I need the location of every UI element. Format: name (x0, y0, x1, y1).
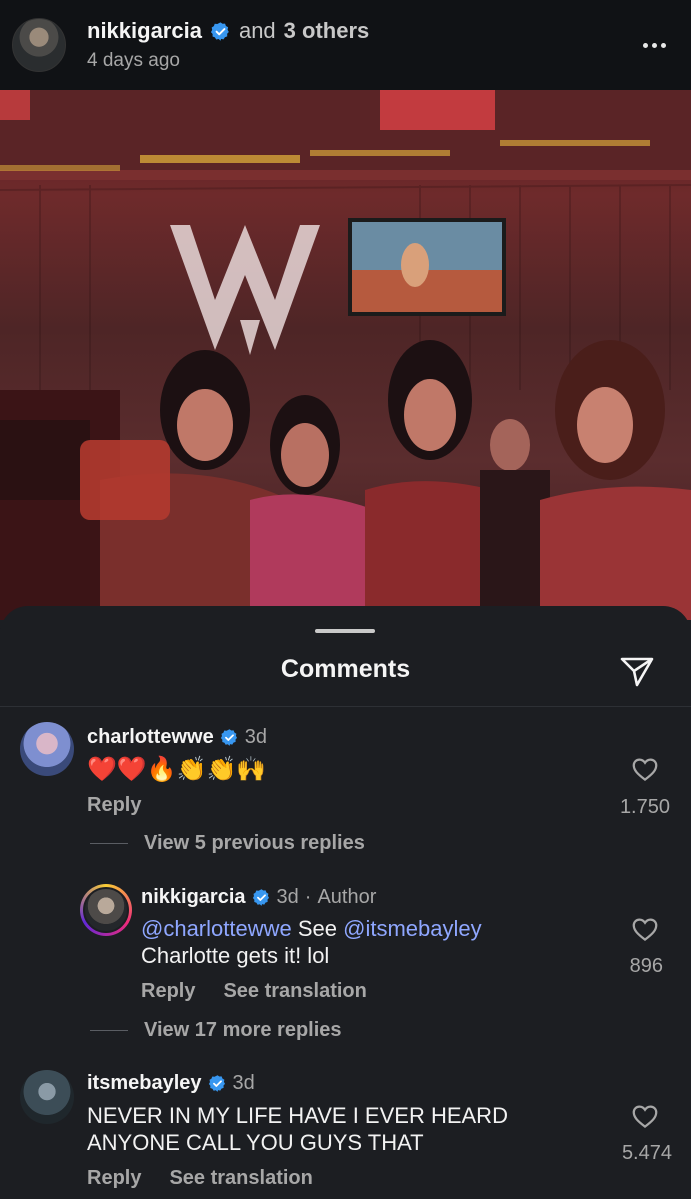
post-photo[interactable] (0, 90, 691, 620)
post-header: nikkigarcia and 3 others 4 days ago (0, 0, 691, 90)
comment-time: 3d (244, 726, 267, 748)
heart-icon[interactable] (630, 1101, 660, 1131)
heart-icon[interactable] (630, 754, 660, 784)
reply-button[interactable]: Reply (87, 1167, 141, 1190)
mention-link[interactable]: @charlottewwe (141, 916, 292, 941)
reply-button[interactable]: Reply (141, 980, 195, 1003)
drag-handle[interactable] (315, 629, 375, 633)
comment-text: NEVER IN MY LIFE HAVE I EVER HEARD ANYON… (87, 1102, 508, 1156)
commenter-avatar[interactable] (80, 884, 132, 936)
verified-badge-icon (252, 889, 269, 906)
reply-button[interactable]: Reply (87, 794, 141, 817)
like-count: 896 (629, 955, 663, 977)
share-icon[interactable] (617, 651, 657, 691)
comment-time: 3d (232, 1072, 255, 1094)
and-text: and (238, 18, 276, 43)
comment-username-line: itsmebayley 3d (87, 1072, 255, 1095)
more-options-icon[interactable] (639, 30, 669, 60)
comment-username[interactable]: charlottewwe (87, 726, 214, 749)
view-previous-replies[interactable]: View 5 previous replies (90, 832, 365, 855)
meta-separator: · (304, 886, 312, 908)
author-avatar[interactable] (12, 18, 66, 72)
post-photo-illustration (0, 90, 691, 620)
mention-link[interactable]: @itsmebayley (343, 916, 482, 941)
see-translation-button[interactable]: See translation (223, 980, 366, 1003)
see-translation-button[interactable]: See translation (169, 1167, 312, 1190)
comment-text-mid: See (291, 916, 344, 941)
comment-actions: Reply See translation (87, 1167, 313, 1190)
comment-actions: Reply (87, 794, 141, 817)
like-count: 5.474 (621, 1142, 672, 1164)
post-time: 4 days ago (87, 50, 180, 71)
comment-text: ❤️❤️🔥👏👏🙌 (87, 756, 267, 783)
view-more-replies[interactable]: View 17 more replies (90, 1019, 342, 1042)
commenter-avatar[interactable] (20, 1070, 74, 1124)
comment-username[interactable]: nikkigarcia (141, 886, 246, 909)
comment-username-line: charlottewwe 3d (87, 726, 267, 749)
comment-actions: Reply See translation (141, 980, 367, 1003)
verified-badge-icon (220, 729, 237, 746)
comment-time: 3d (276, 886, 299, 908)
author-username[interactable]: nikkigarcia (87, 18, 202, 44)
others-link[interactable]: 3 others (284, 18, 370, 44)
comment-username-line: nikkigarcia 3d · Author (141, 886, 376, 909)
verified-badge-icon (208, 1075, 225, 1092)
like-count: 1.750 (619, 796, 670, 818)
sheet-divider (0, 706, 691, 707)
commenter-avatar[interactable] (20, 722, 74, 776)
comment-username[interactable]: itsmebayley (87, 1072, 202, 1095)
author-line: nikkigarcia and 3 others (87, 18, 369, 44)
comments-title: Comments (280, 655, 411, 683)
comment-text: @charlottewwe See @itsmebayley Charlotte… (141, 915, 482, 969)
verified-badge-icon (210, 21, 229, 41)
comment-text-line1: NEVER IN MY LIFE HAVE I EVER HEARD (87, 1103, 508, 1128)
comment-text-line2: ANYONE CALL YOU GUYS THAT (87, 1130, 424, 1155)
heart-icon[interactable] (630, 914, 660, 944)
author-tag: Author (317, 886, 377, 908)
comment-text-line2: Charlotte gets it! lol (141, 943, 330, 968)
view-previous-replies-label: View 5 previous replies (144, 832, 365, 854)
view-more-replies-label: View 17 more replies (144, 1019, 342, 1041)
